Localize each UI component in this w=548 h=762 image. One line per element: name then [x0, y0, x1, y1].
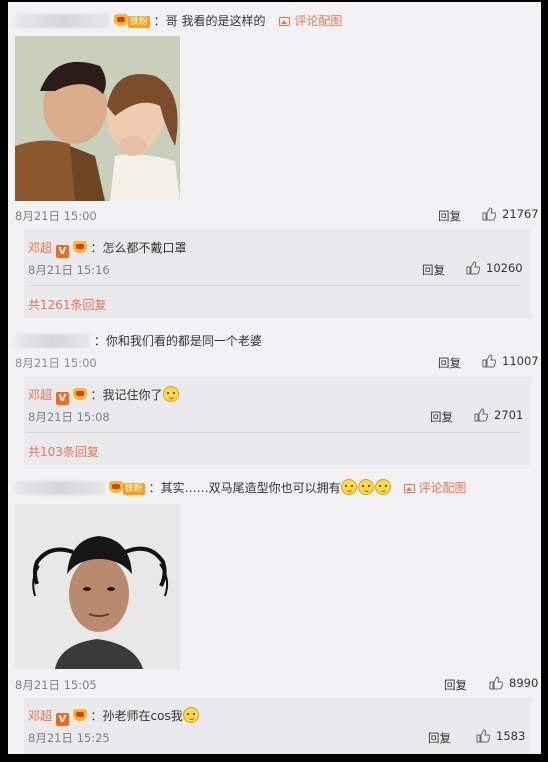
thumbs-up-icon [466, 261, 480, 275]
thumbs-up-icon [476, 729, 490, 743]
comment-pic-label: 评论配图 [294, 14, 343, 28]
reply-thread: 邓超 V ：怎么都不戴口罩 8月21日 15:16 回复 10260 共1261… [24, 230, 531, 318]
couple-photo [15, 36, 180, 201]
emoji-icon [357, 479, 374, 495]
emoji-icon [340, 479, 357, 495]
like-button[interactable]: 2701 [474, 408, 523, 422]
reply-button[interactable]: 回复 [428, 730, 451, 746]
emoji-icon [374, 479, 391, 495]
comment-pic-link[interactable]: 评论配图 [279, 14, 342, 28]
reply-button[interactable]: 回复 [444, 677, 467, 693]
reply-item: 邓超 V ：我记住你了 [28, 386, 180, 405]
reply-button[interactable]: 回复 [438, 208, 461, 224]
comment-text: ：你和我们看的都是同一个老婆 [93, 334, 262, 348]
comment-pic-label: 评论配图 [418, 481, 467, 495]
comment-text: ：哥 我看的是这样的 [153, 14, 266, 28]
like-button[interactable]: 1583 [476, 729, 525, 743]
crown-badge-icon [72, 388, 87, 400]
comment-item: 铁粉 ：哥 我看的是这样的 评论配图 [15, 12, 535, 28]
like-button[interactable]: 11007 [482, 354, 539, 368]
reply-thread: 邓超 V ：我记住你了 8月21日 15:08 回复 2701 共103条回复 [24, 377, 531, 465]
crown-badge-icon [113, 14, 128, 26]
like-button[interactable]: 21767 [482, 207, 539, 221]
comment-text: ：其实……双马尾造型你也可以拥有 [148, 481, 341, 495]
like-count: 11007 [502, 354, 539, 368]
reply-item: 邓超 V ：怎么都不戴口罩 [28, 239, 187, 258]
reply-text: ：孙老师在cos我 [90, 709, 183, 723]
more-replies-link[interactable]: 共1261条回复 [28, 296, 107, 313]
picture-icon [403, 484, 415, 493]
verified-icon: V [55, 713, 69, 726]
like-button[interactable]: 10260 [466, 261, 523, 275]
reply-time: 8月21日 15:08 [28, 410, 110, 424]
like-count: 21767 [502, 207, 539, 221]
comment-image-man[interactable] [15, 504, 180, 669]
man-photo [15, 504, 180, 669]
thumbs-up-icon [489, 676, 503, 690]
reply-button[interactable]: 回复 [438, 355, 461, 371]
reply-username[interactable]: 邓超 [28, 241, 52, 255]
fan-badge: 铁粉 [122, 483, 145, 495]
blurred-username [15, 481, 105, 495]
thumbs-up-icon [474, 408, 488, 422]
divider [28, 285, 521, 286]
reply-button[interactable]: 回复 [422, 262, 445, 278]
reply-text: ：怎么都不戴口罩 [90, 241, 187, 255]
reply-username[interactable]: 邓超 [28, 388, 52, 402]
thumbs-up-icon [482, 207, 496, 221]
like-count: 8990 [509, 676, 539, 690]
comment-time: 8月21日 15:05 [15, 678, 97, 692]
picture-icon [279, 17, 291, 26]
emoji-icon [182, 707, 199, 723]
comment-item: ：你和我们看的都是同一个老婆 [15, 332, 535, 349]
reply-text: ：我记住你了 [90, 388, 163, 402]
crown-badge-icon [72, 709, 87, 721]
verified-icon: V [55, 392, 69, 405]
crown-badge-icon [108, 481, 123, 493]
divider [28, 432, 521, 433]
comment-time: 8月21日 15:00 [15, 209, 97, 223]
reply-button[interactable]: 回复 [430, 409, 453, 425]
blurred-username [15, 14, 110, 28]
reply-item: 邓超 V ：孙老师在cos我 [28, 707, 200, 726]
blurred-username [15, 334, 90, 348]
reply-thread: 邓超 V ：孙老师在cos我 8月21日 15:25 回复 1583 [24, 698, 531, 754]
more-replies-link[interactable]: 共103条回复 [28, 443, 99, 460]
comment-time: 8月21日 15:00 [15, 356, 97, 370]
fan-badge: 铁粉 [127, 16, 150, 28]
like-count: 10260 [486, 261, 523, 275]
comment-image-couple[interactable] [15, 36, 180, 201]
verified-icon: V [55, 245, 69, 258]
reply-time: 8月21日 15:25 [28, 731, 110, 745]
like-count: 2701 [494, 408, 524, 422]
reply-time: 8月21日 15:16 [28, 263, 110, 277]
thumbs-up-icon [482, 354, 496, 368]
reply-username[interactable]: 邓超 [28, 709, 52, 723]
like-count: 1583 [496, 729, 526, 743]
like-button[interactable]: 8990 [489, 676, 538, 690]
comment-pic-link[interactable]: 评论配图 [403, 481, 467, 495]
crown-badge-icon [72, 241, 87, 253]
emoji-icon [162, 386, 179, 402]
comment-item: 铁粉 ：其实……双马尾造型你也可以拥有 评论配图 [15, 479, 535, 496]
comment-list: 铁粉 ：哥 我看的是这样的 评论配图 8月21日 15:00 回复 21767 … [8, 2, 541, 754]
